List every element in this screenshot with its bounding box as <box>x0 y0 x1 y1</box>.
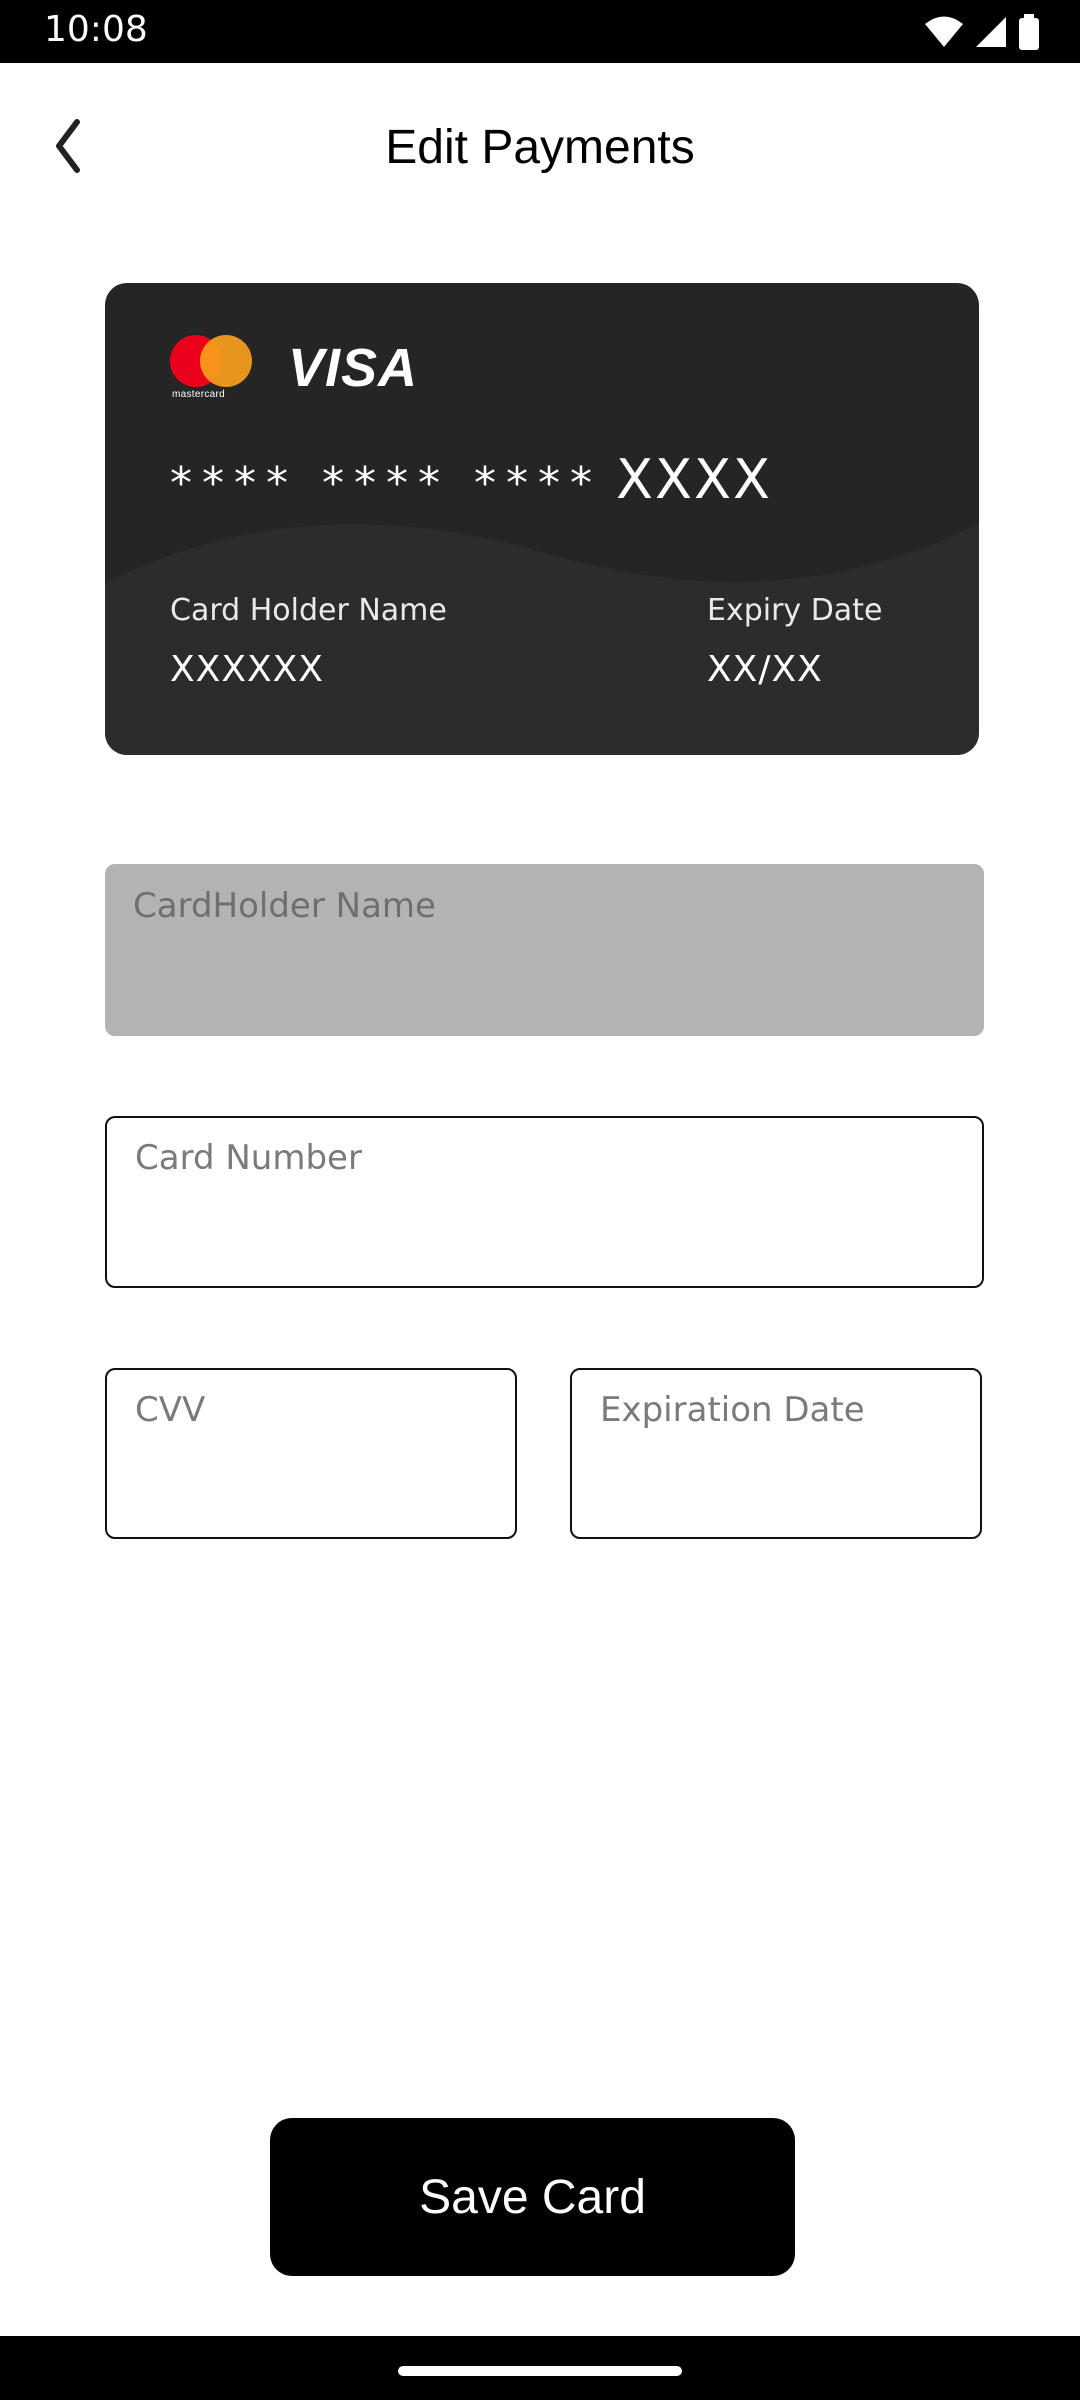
cardholder-name-placeholder: CardHolder Name <box>133 886 436 926</box>
expiry-date-label: Expiry Date <box>707 593 883 628</box>
cvv-field[interactable]: CVV <box>105 1368 517 1539</box>
home-indicator[interactable] <box>398 2366 682 2376</box>
card-number-last-digits: XXXX <box>615 448 772 511</box>
cardholder-name-field[interactable]: CardHolder Name <box>105 864 984 1036</box>
mastercard-logo: mastercard <box>170 335 252 401</box>
save-card-button[interactable]: Save Card <box>270 2118 795 2276</box>
battery-icon <box>1018 14 1040 50</box>
card-number-display: **** **** **** XXXX <box>170 448 772 511</box>
wifi-icon <box>924 15 964 49</box>
card-number-field[interactable]: Card Number <box>105 1116 984 1288</box>
card-number-mask: **** **** **** <box>170 458 602 509</box>
status-icons <box>924 14 1040 50</box>
status-time: 10:08 <box>44 9 148 50</box>
page-title: Edit Payments <box>385 121 695 174</box>
card-holder-value: XXXXXX <box>170 649 324 690</box>
cvv-placeholder: CVV <box>135 1390 206 1430</box>
visa-logo: VISA <box>288 338 419 398</box>
card-brand-logos: mastercard VISA <box>170 335 418 401</box>
expiration-date-field[interactable]: Expiration Date <box>570 1368 982 1539</box>
card-number-placeholder: Card Number <box>135 1138 362 1178</box>
card-preview: mastercard VISA **** **** **** XXXX Card… <box>105 283 979 755</box>
signal-icon <box>974 15 1008 49</box>
expiration-date-placeholder: Expiration Date <box>600 1390 865 1430</box>
card-holder-label: Card Holder Name <box>170 593 447 628</box>
system-nav-bar <box>0 2336 1080 2400</box>
expiry-date-value: XX/XX <box>707 649 823 690</box>
status-bar: 10:08 <box>0 0 1080 63</box>
